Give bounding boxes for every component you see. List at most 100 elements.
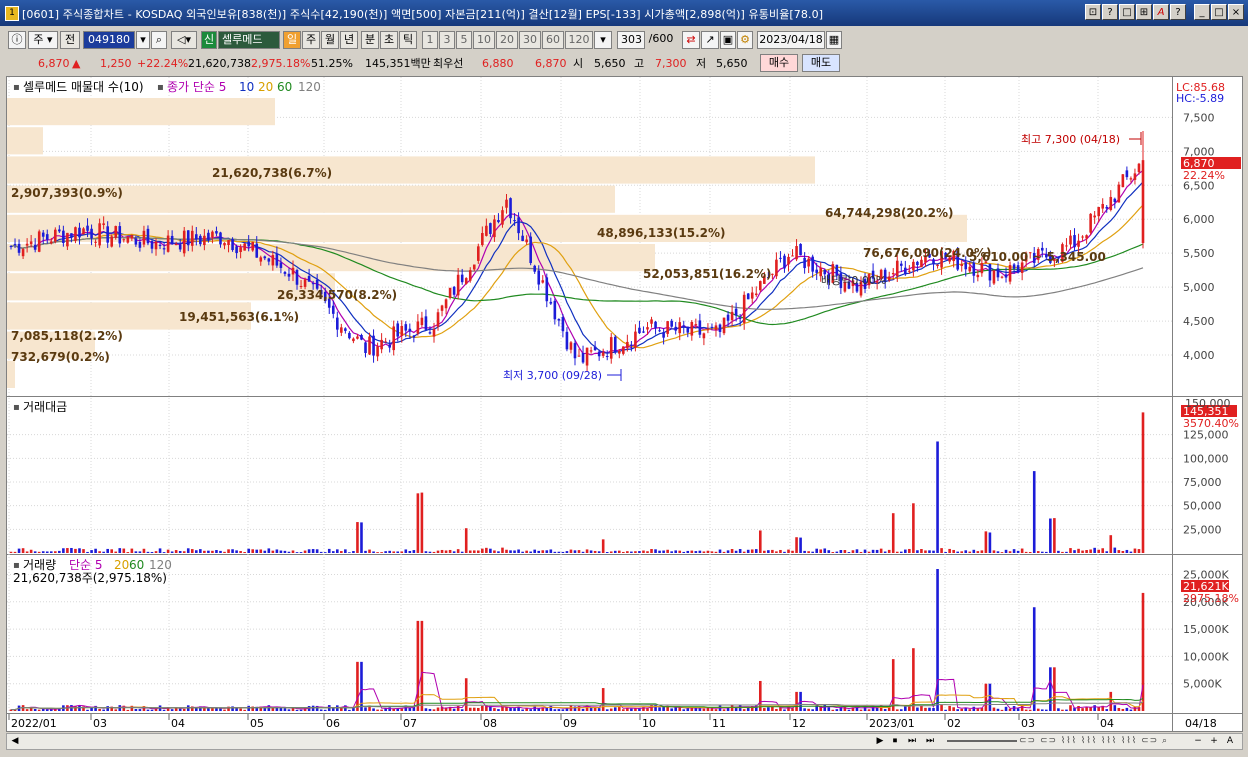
min-3[interactable]: 3 <box>439 31 455 49</box>
period-week[interactable]: 주 <box>302 31 320 49</box>
info-icon[interactable]: ⓘ <box>8 31 26 49</box>
candle-body <box>106 226 109 243</box>
chart-svg[interactable]: 7,5007,0006,5006,0005,5005,0004,5004,000… <box>7 77 1242 731</box>
volume-bar <box>702 708 706 711</box>
low-price: 5,650 <box>716 57 748 70</box>
amount-bar <box>384 551 387 553</box>
volume-bar <box>916 707 919 711</box>
prev-button[interactable]: 전 <box>60 31 80 49</box>
price-tick-label: 4,500 <box>1183 315 1215 328</box>
amount-bar <box>513 550 516 553</box>
amount-bar <box>86 551 89 553</box>
save-icon[interactable]: ▣ <box>720 31 736 49</box>
min-20[interactable]: 20 <box>496 31 518 49</box>
chart-tool-icon[interactable]: ↗ <box>701 31 719 49</box>
play-end-icon[interactable]: ⏭ <box>905 735 919 748</box>
candle-body <box>211 231 214 238</box>
stock-code-input[interactable]: 049180 <box>83 31 135 49</box>
amount-bar <box>509 550 512 553</box>
stop-icon[interactable]: ⏹ <box>888 735 902 748</box>
arrows-icon[interactable]: ⇄ <box>682 31 700 49</box>
candle-body <box>887 276 891 281</box>
period-second[interactable]: 초 <box>380 31 398 49</box>
zoom-in-icon[interactable]: + <box>1207 735 1221 748</box>
volume-bar <box>182 708 186 711</box>
min-1[interactable]: 1 <box>422 31 438 49</box>
scroll-left-icon[interactable]: ◀ <box>8 735 22 748</box>
question-icon[interactable]: ? <box>1170 4 1186 20</box>
amount-bar <box>162 552 166 553</box>
amount-bar <box>49 551 53 553</box>
candle-body <box>525 239 528 243</box>
volume-bar <box>452 708 456 711</box>
scroll-right-icon[interactable]: ▶ <box>873 735 887 748</box>
settings-icon[interactable]: ⚙ <box>737 31 753 49</box>
amount-bar <box>41 551 45 553</box>
candle-body <box>1073 235 1076 248</box>
chart-scrollbar[interactable]: ◀ ▶ ⏹ ⏭ ⏭ ⊂⊃ ⊂⊃ ⌇⌇⌇ ⌇⌇⌇ ⌇⌇⌇ ⌇⌇⌇ ⊂⊃ ⌕ − +… <box>6 733 1243 750</box>
amount-bar <box>742 551 746 553</box>
candle-body <box>82 228 85 235</box>
help-icon[interactable]: ? <box>1102 4 1118 20</box>
period-minute[interactable]: 분 <box>361 31 379 49</box>
price-legend-title: 셀루메드 매물대 수(10) <box>23 80 144 94</box>
volume-bar <box>613 707 617 711</box>
min-120[interactable]: 120 <box>565 31 593 49</box>
x-axis-label: 03 <box>93 717 107 730</box>
auto-scale-icon[interactable]: A <box>1223 735 1237 748</box>
volume-bar <box>376 709 379 711</box>
period-tick[interactable]: 틱 <box>399 31 417 49</box>
volume-bar <box>432 709 436 711</box>
volume-bar <box>1049 667 1052 711</box>
period-month[interactable]: 월 <box>321 31 339 49</box>
volume-bar <box>428 708 432 711</box>
font-icon[interactable]: A <box>1153 4 1169 20</box>
volume-tick-label: 15,000K <box>1183 623 1229 636</box>
link-icon[interactable]: ⊡ <box>1085 4 1101 20</box>
sell-button[interactable]: 매도 <box>802 54 840 72</box>
candle-body <box>904 267 907 275</box>
volume-bar <box>899 709 903 711</box>
candle-body <box>400 325 404 336</box>
candle-body <box>916 261 919 266</box>
min-10[interactable]: 10 <box>473 31 495 49</box>
min-30[interactable]: 30 <box>519 31 541 49</box>
amount-bar <box>283 550 287 553</box>
search-icon[interactable]: ⌕ <box>151 31 167 49</box>
minute-dropdown-icon[interactable]: ▾ <box>594 31 612 49</box>
date-input[interactable]: 2023/04/18 <box>757 31 825 49</box>
type-select[interactable]: 주 ▾ <box>28 31 58 49</box>
maximize-button[interactable]: □ <box>1211 4 1227 20</box>
buy-button[interactable]: 매수 <box>760 54 798 72</box>
close-button[interactable]: × <box>1228 4 1244 20</box>
zoom-slider[interactable] <box>947 740 1017 742</box>
code-dropdown-icon[interactable]: ▾ <box>136 31 150 49</box>
candle-body <box>392 326 396 351</box>
amount-bar <box>754 549 758 553</box>
candle-body <box>545 277 549 302</box>
amount-bar <box>25 551 29 553</box>
fast-forward-icon[interactable]: ⏭ <box>923 735 937 748</box>
volume-bar <box>400 708 404 711</box>
amount-bar <box>815 548 818 553</box>
candle-body <box>436 312 440 327</box>
candle-body <box>263 256 267 259</box>
volume-bar <box>1040 709 1044 711</box>
chart-area[interactable]: 7,500 7,000 6,500 6,000 5,500 5,000 4,500 4,000… <box>6 76 1243 732</box>
calendar-icon[interactable]: ▦ <box>826 31 842 49</box>
min-5[interactable]: 5 <box>456 31 472 49</box>
minimize-button[interactable]: _ <box>1194 4 1210 20</box>
window-icon[interactable]: □ <box>1119 4 1135 20</box>
speaker-icon[interactable]: ◁▾ <box>171 31 197 49</box>
amount-bar <box>682 551 686 553</box>
period-day[interactable]: 일 <box>283 31 301 49</box>
grid-icon[interactable]: ⊞ <box>1136 4 1152 20</box>
zoom-out-icon[interactable]: − <box>1191 735 1205 748</box>
count-input[interactable]: 303 <box>617 31 645 49</box>
period-year[interactable]: 년 <box>340 31 358 49</box>
volume-bar <box>247 705 250 711</box>
volume-bar <box>863 706 867 711</box>
x-axis-label: 04 <box>171 717 185 730</box>
min-60[interactable]: 60 <box>542 31 564 49</box>
drawing-tools[interactable]: ⊂⊃ ⊂⊃ ⌇⌇⌇ ⌇⌇⌇ ⌇⌇⌇ ⌇⌇⌇ ⊂⊃ ⌕ <box>1019 736 1169 747</box>
